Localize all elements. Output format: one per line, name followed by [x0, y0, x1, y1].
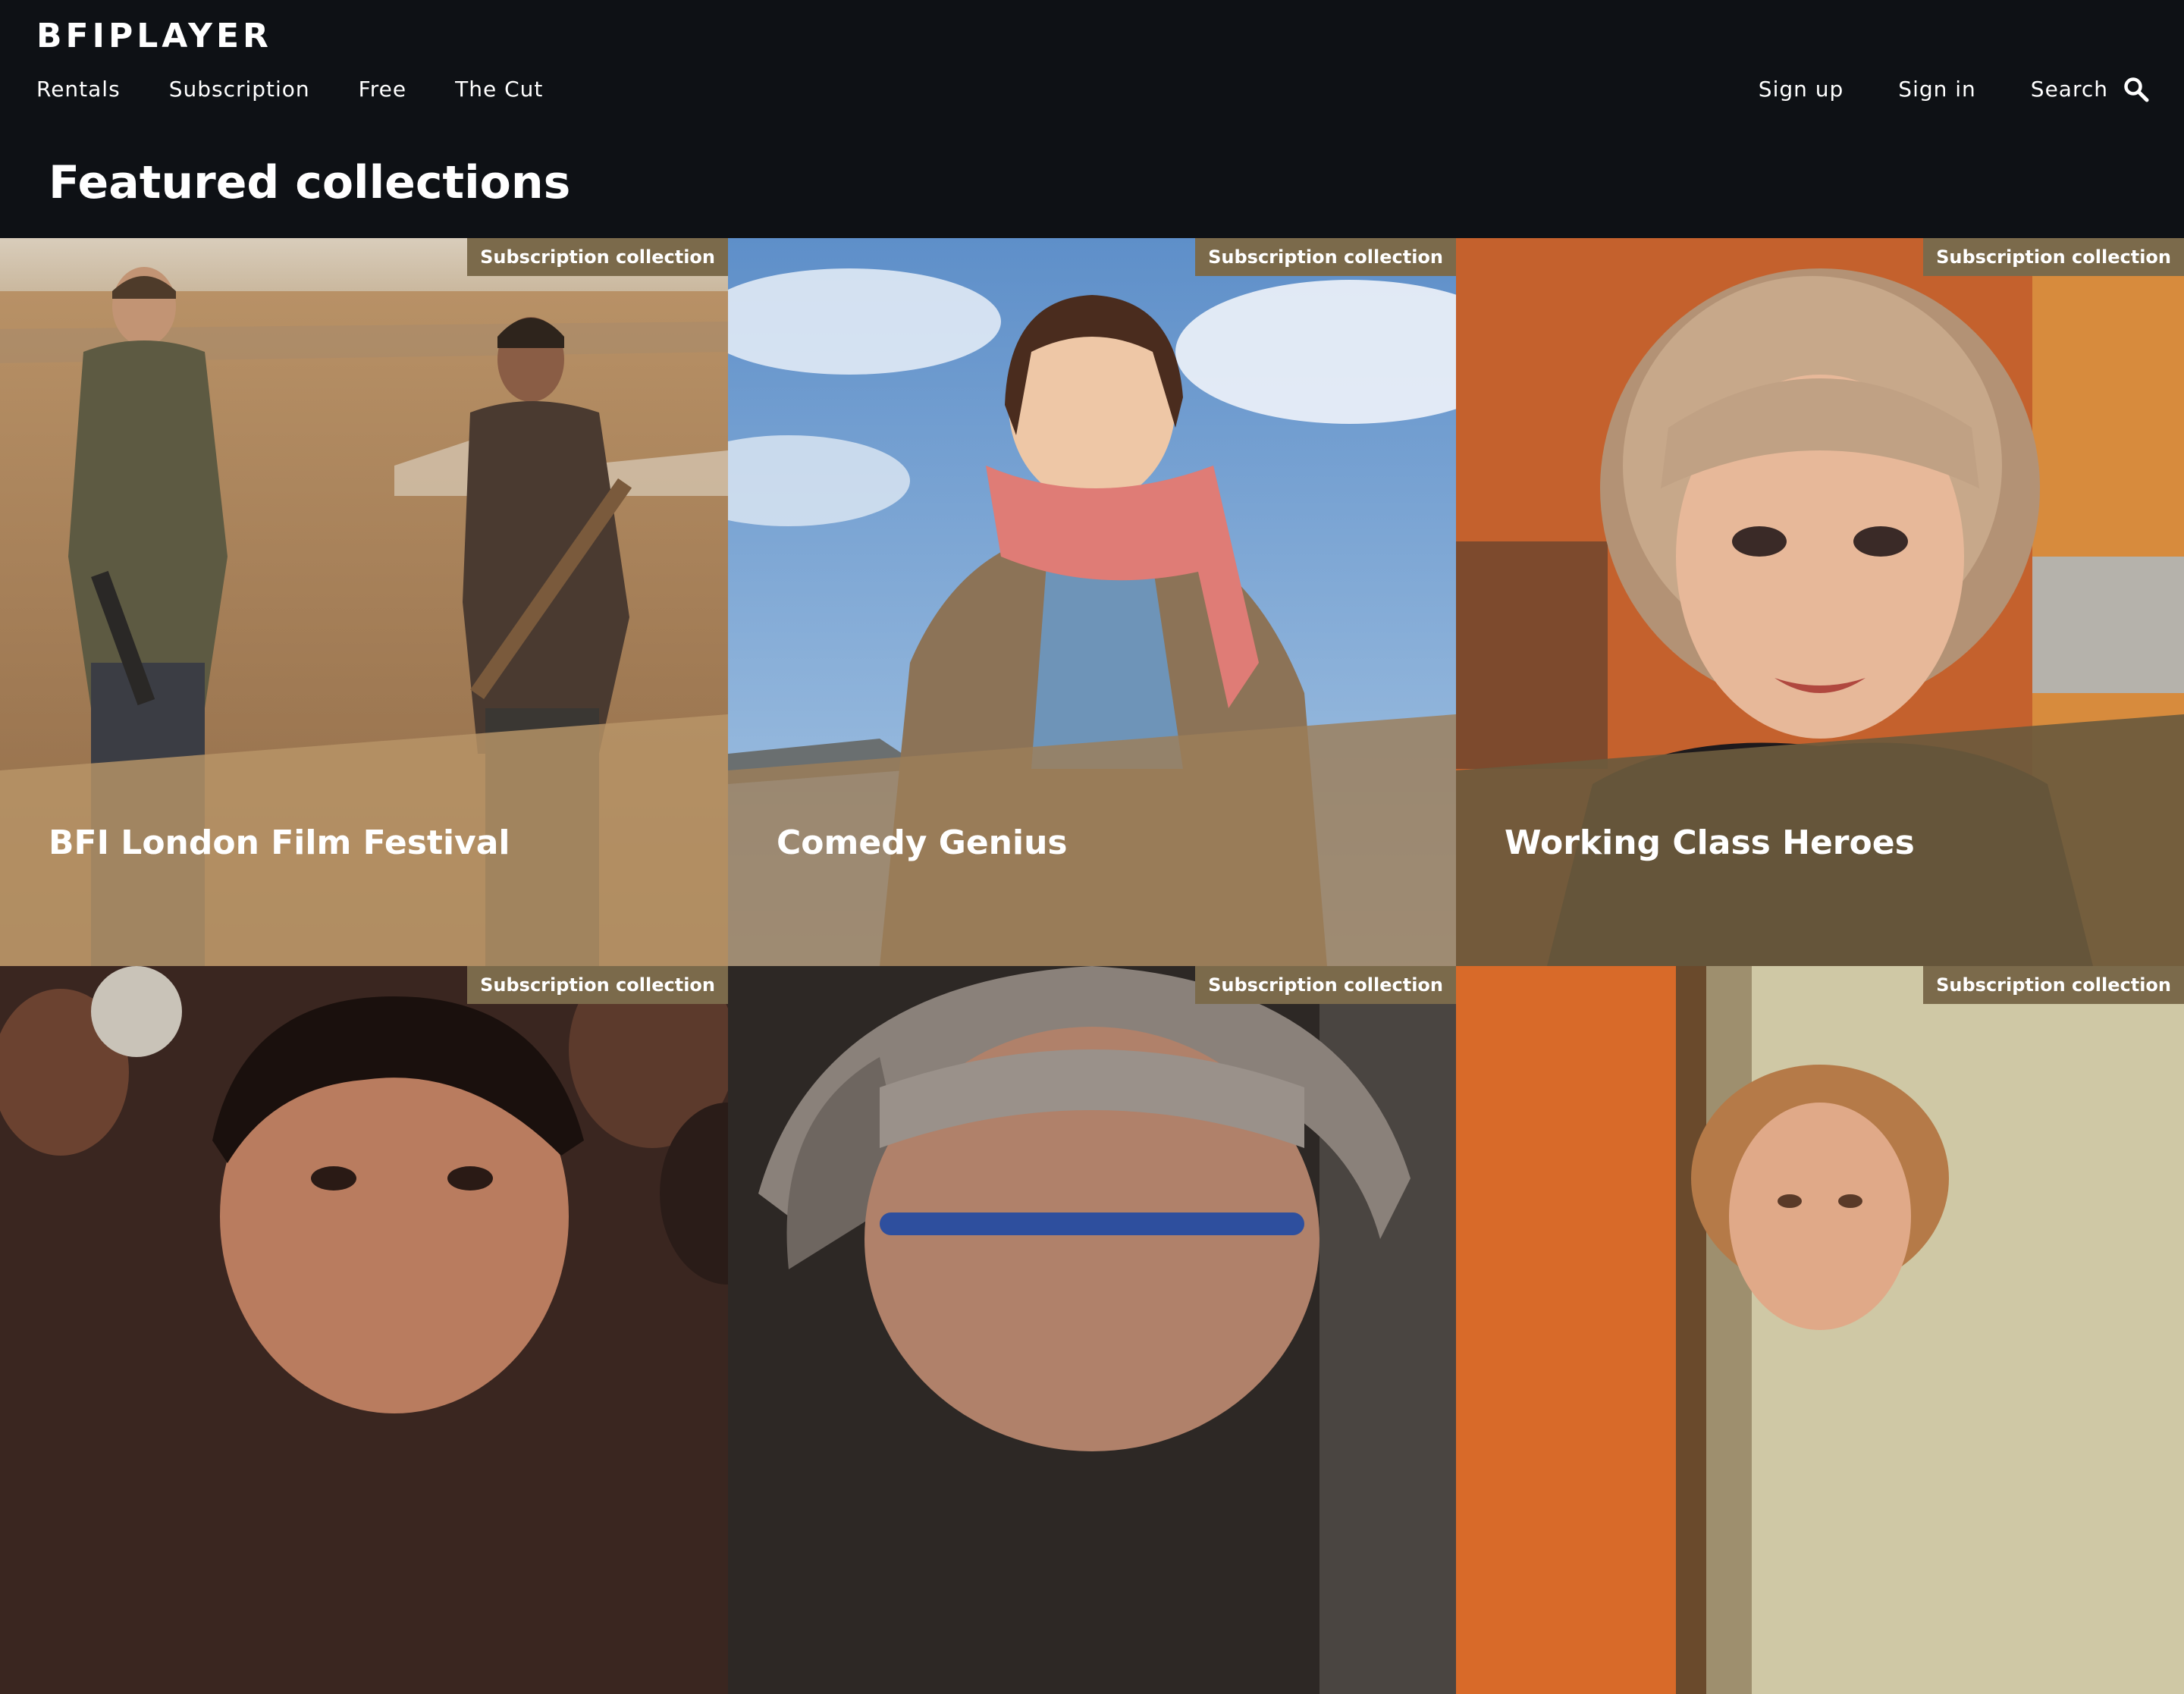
collection-card-4[interactable]: Subscription collection: [0, 966, 728, 1694]
page-title: Featured collections: [49, 156, 571, 209]
collection-card-6[interactable]: Subscription collection: [1456, 966, 2184, 1694]
sign-in-link[interactable]: Sign in: [1898, 73, 1976, 106]
collection-title: BFI London Film Festival: [49, 823, 510, 862]
collection-badge: Subscription collection: [1195, 238, 1456, 276]
collection-title: Working Class Heroes: [1505, 823, 1915, 862]
collection-badge: Subscription collection: [1923, 238, 2184, 276]
nav-rentals[interactable]: Rentals: [36, 73, 121, 106]
nav-the-cut[interactable]: The Cut: [455, 73, 543, 106]
collection-badge: Subscription collection: [467, 966, 728, 1004]
collection-card-london-film-festival[interactable]: Subscription collection BFI London Film …: [0, 238, 728, 966]
collection-card-5[interactable]: Subscription collection: [728, 966, 1456, 1694]
collection-card-comedy-genius[interactable]: Subscription collection Comedy Genius: [728, 238, 1456, 966]
search-button[interactable]: Search: [2031, 73, 2149, 106]
collection-image-crowd-portrait: [0, 966, 728, 1694]
collection-title: Comedy Genius: [777, 823, 1068, 862]
bfi-player-logo[interactable]: BFIPLAYER: [36, 12, 272, 61]
site-header: BFIPLAYER Rentals Subscription Free The …: [0, 0, 2184, 238]
collection-badge: Subscription collection: [1923, 966, 2184, 1004]
collection-badge: Subscription collection: [467, 238, 728, 276]
collection-badge: Subscription collection: [1195, 966, 1456, 1004]
collection-card-working-class-heroes[interactable]: Subscription collection Working Class He…: [1456, 238, 2184, 966]
account-nav: Sign up Sign in Search: [1759, 73, 2149, 106]
nav-free[interactable]: Free: [359, 73, 406, 106]
nav-subscription[interactable]: Subscription: [169, 73, 310, 106]
search-icon: [2124, 77, 2149, 102]
collection-image-grey-hair-portrait: [728, 966, 1456, 1694]
collection-image-interior-portrait: [1456, 966, 2184, 1694]
search-label: Search: [2030, 77, 2108, 102]
sign-up-link[interactable]: Sign up: [1759, 73, 1844, 106]
collections-grid: Subscription collection BFI London Film …: [0, 238, 2184, 1694]
main-nav: Rentals Subscription Free The Cut: [36, 73, 543, 106]
